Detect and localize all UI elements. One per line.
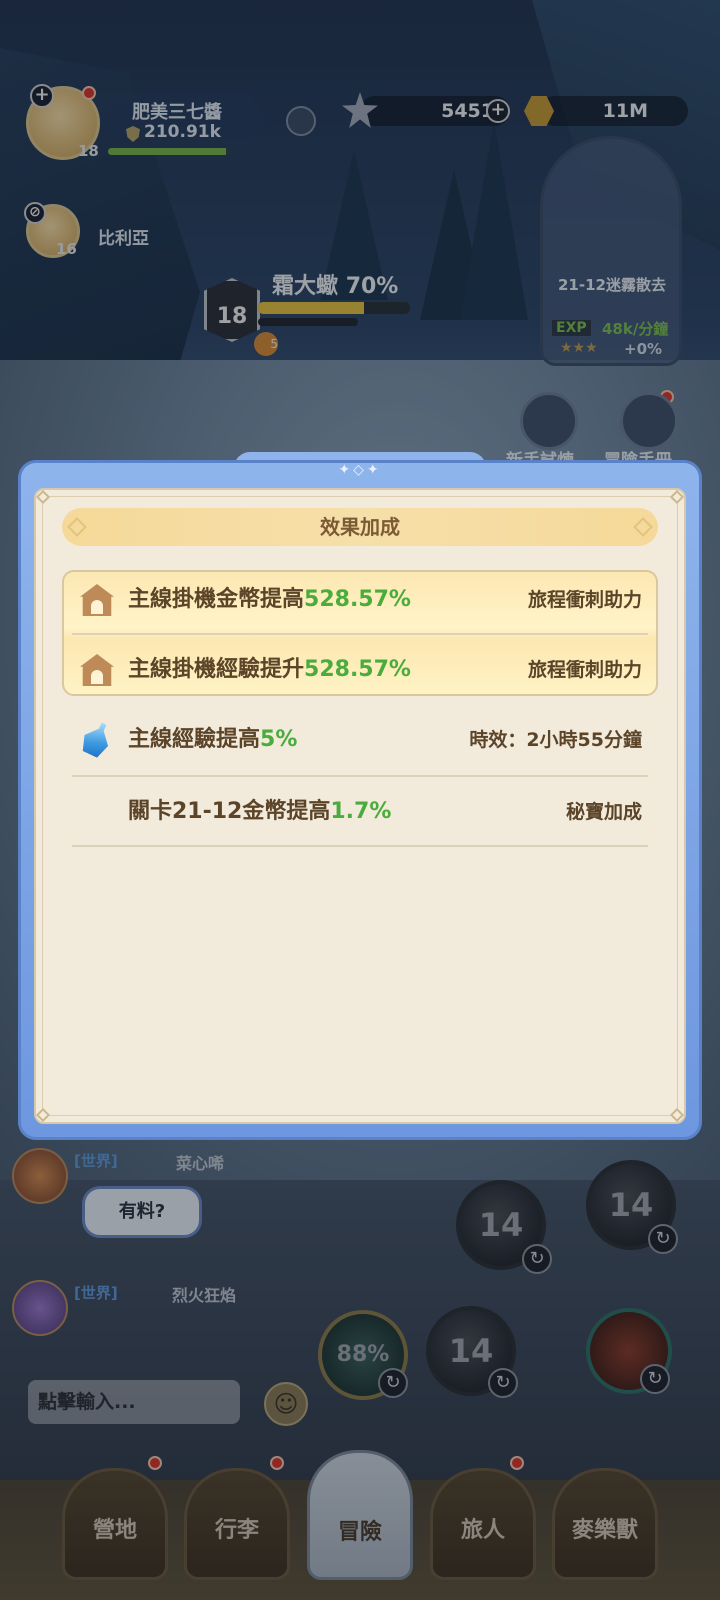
bonus-label: 主線掛機金幣提高	[128, 587, 305, 612]
row-divider	[72, 775, 648, 777]
row-divider	[72, 633, 648, 635]
blue-potion-icon-shape	[78, 718, 116, 760]
bonus-row-label: 主線掛機經驗提升528.57%	[128, 650, 411, 690]
bonus-row-label: 主線掛機金幣提高528.57%	[128, 580, 411, 620]
bonus-row-label: 關卡21-12金幣提高1.7%	[128, 792, 391, 832]
bonus-source: 旅程衝刺助力	[527, 589, 642, 611]
camp-base-icon-door	[91, 670, 103, 684]
blue-potion-icon	[78, 720, 116, 758]
bonus-row-label: 主線經驗提高5%	[128, 720, 297, 760]
bonus-duration: 時效：2小時55分鐘	[469, 729, 642, 751]
bonus-value: 528.57%	[304, 657, 411, 682]
modal-title: 效果加成	[320, 515, 400, 539]
bonus-value: 5%	[260, 727, 298, 752]
bonus-value: 528.57%	[304, 587, 411, 612]
camp-base-icon	[78, 650, 116, 688]
bonus-label: 主線經驗提高	[128, 727, 261, 752]
camp-base-icon-door	[91, 600, 103, 614]
bonus-value: 1.7%	[330, 799, 392, 824]
bonus-source: 秘寶加成	[565, 801, 642, 823]
row-divider	[72, 845, 648, 847]
bonus-source: 旅程衝刺助力	[527, 659, 642, 681]
camp-base-icon	[78, 580, 116, 618]
bonus-label: 關卡21-12金幣提高	[128, 799, 331, 824]
crest-sparkle-icon: ✦◇✦	[338, 462, 382, 478]
bonus-label: 主線掛機經驗提升	[128, 657, 305, 682]
